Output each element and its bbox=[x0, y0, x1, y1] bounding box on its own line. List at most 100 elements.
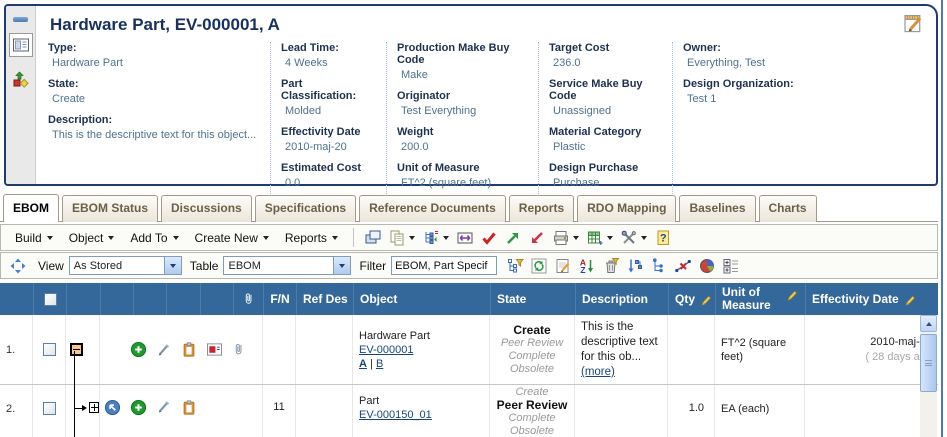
field-value: Everything, Test bbox=[687, 57, 922, 69]
menu-reports[interactable]: Reports bbox=[285, 231, 338, 245]
more-link[interactable]: (more) bbox=[581, 366, 615, 378]
edit-table-icon[interactable] bbox=[553, 256, 573, 276]
clipboard-icon[interactable] bbox=[181, 399, 197, 416]
sort-az-icon[interactable]: AZ bbox=[577, 256, 597, 276]
print-icon[interactable] bbox=[551, 228, 581, 248]
filter-tree-icon[interactable] bbox=[505, 256, 525, 276]
compare-icon[interactable] bbox=[455, 228, 475, 248]
move-down-icon[interactable] bbox=[625, 256, 645, 276]
cell-state: Create Peer Review Complete Obsolete bbox=[490, 385, 575, 437]
header-effectivity[interactable]: Effectivity Date bbox=[805, 283, 938, 315]
row-number: 1. bbox=[0, 315, 33, 384]
copy-icon[interactable] bbox=[387, 228, 417, 248]
table-label: Table bbox=[190, 259, 219, 273]
tab-discussions[interactable]: Discussions bbox=[161, 195, 252, 222]
table-row: 2. 11 Part EV-000150_01 Create Peer Revi… bbox=[0, 385, 938, 437]
scrollbar-thumb[interactable] bbox=[920, 334, 937, 392]
refresh-icon[interactable] bbox=[529, 256, 549, 276]
collapse-expander-icon[interactable] bbox=[70, 343, 83, 356]
revision-b-link[interactable]: B bbox=[376, 358, 383, 370]
tab-reference-documents[interactable]: Reference Documents bbox=[359, 195, 506, 222]
demote-icon[interactable] bbox=[527, 228, 547, 248]
edit-details-button[interactable] bbox=[902, 12, 924, 34]
tab-reports[interactable]: Reports bbox=[509, 195, 574, 222]
row-checkbox[interactable] bbox=[43, 402, 56, 415]
expand-expander-icon[interactable] bbox=[89, 402, 99, 413]
cell-description bbox=[575, 385, 668, 437]
add-icon[interactable] bbox=[130, 341, 147, 358]
header-spacer bbox=[100, 283, 133, 315]
menu-label: Create New bbox=[195, 231, 258, 245]
menu-object[interactable]: Object bbox=[69, 231, 115, 245]
frame-border bbox=[941, 0, 943, 437]
lifecycle-icon[interactable] bbox=[9, 68, 33, 92]
object-id-link[interactable]: EV-000150_01 bbox=[359, 408, 432, 422]
view-select-value: As Stored bbox=[70, 260, 164, 272]
properties-view-icon[interactable] bbox=[9, 33, 33, 57]
chart-icon[interactable] bbox=[697, 256, 717, 276]
export-table-icon[interactable] bbox=[585, 228, 615, 248]
property-column-3: Production Make Buy CodeMake OriginatorT… bbox=[386, 42, 538, 198]
vertical-scrollbar[interactable] bbox=[920, 315, 937, 437]
tab-ebom[interactable]: EBOM bbox=[3, 194, 59, 222]
header-ref-des[interactable]: Ref Des bbox=[296, 283, 353, 315]
cell-uom: EA (each) bbox=[715, 385, 805, 437]
expand-window-icon[interactable] bbox=[8, 256, 28, 276]
menu-create-new[interactable]: Create New bbox=[195, 231, 269, 245]
tab-baselines[interactable]: Baselines bbox=[679, 195, 755, 222]
tree-structure-icon[interactable] bbox=[649, 256, 669, 276]
scroll-up-button[interactable] bbox=[920, 315, 937, 332]
view-label: View bbox=[38, 259, 64, 273]
tab-ebom-status[interactable]: EBOM Status bbox=[62, 195, 158, 222]
paste-structure-icon[interactable] bbox=[421, 228, 451, 248]
validate-check-icon[interactable] bbox=[479, 228, 499, 248]
table-select[interactable]: EBOM bbox=[223, 256, 351, 275]
row-number: 2. bbox=[0, 385, 33, 437]
navigate-icon[interactable] bbox=[104, 399, 121, 416]
header-attachment[interactable] bbox=[233, 283, 263, 315]
chevron-down-icon bbox=[47, 236, 53, 240]
filter-input[interactable] bbox=[391, 256, 497, 275]
promote-icon[interactable] bbox=[503, 228, 523, 248]
select-dropdown-button[interactable] bbox=[333, 257, 350, 274]
tab-charts[interactable]: Charts bbox=[759, 195, 817, 222]
edit-column-icon[interactable] bbox=[700, 293, 713, 306]
expand-all-icon[interactable] bbox=[721, 256, 741, 276]
disconnect-icon[interactable] bbox=[673, 256, 693, 276]
header-object[interactable]: Object bbox=[353, 283, 490, 315]
header-description[interactable]: Description bbox=[575, 283, 668, 315]
header-qty[interactable]: Qty bbox=[668, 283, 715, 315]
tools-icon[interactable] bbox=[619, 228, 649, 248]
field-label: Description: bbox=[48, 114, 264, 126]
edit-column-icon[interactable] bbox=[904, 293, 917, 306]
cell-ref-des bbox=[296, 315, 353, 384]
edit-pencil-icon[interactable] bbox=[156, 399, 172, 415]
edit-pencil-icon[interactable] bbox=[156, 342, 172, 358]
field-label: Lead Time: bbox=[281, 42, 380, 54]
header-state[interactable]: State bbox=[490, 283, 575, 315]
menu-add-to[interactable]: Add To bbox=[130, 231, 178, 245]
tab-specifications[interactable]: Specifications bbox=[255, 195, 356, 222]
menu-build[interactable]: Build bbox=[15, 231, 53, 245]
state-future: Obsolete bbox=[510, 363, 554, 376]
attachment-icon[interactable] bbox=[232, 341, 246, 358]
delete-filter-icon[interactable] bbox=[601, 256, 621, 276]
add-icon[interactable] bbox=[130, 399, 147, 416]
object-id-link[interactable]: EV-000001 bbox=[359, 343, 413, 357]
field-value: Create bbox=[52, 93, 264, 105]
row-action-icons bbox=[100, 315, 263, 384]
copy-window-icon[interactable] bbox=[363, 228, 383, 248]
clipboard-icon[interactable] bbox=[181, 341, 197, 358]
revision-a-link[interactable]: A bbox=[359, 358, 367, 370]
header-uom[interactable]: Unit of Measure bbox=[715, 283, 805, 315]
select-dropdown-button[interactable] bbox=[164, 257, 181, 274]
select-all-checkbox[interactable] bbox=[44, 293, 57, 306]
image-icon[interactable] bbox=[206, 342, 223, 357]
minimize-icon[interactable] bbox=[13, 17, 28, 22]
help-icon[interactable]: ? bbox=[653, 228, 673, 248]
view-select[interactable]: As Stored bbox=[69, 256, 182, 275]
edit-column-icon[interactable] bbox=[786, 288, 799, 301]
tab-rdo-mapping[interactable]: RDO Mapping bbox=[577, 195, 676, 222]
header-fn[interactable]: F/N bbox=[263, 283, 296, 315]
row-checkbox[interactable] bbox=[43, 343, 56, 356]
